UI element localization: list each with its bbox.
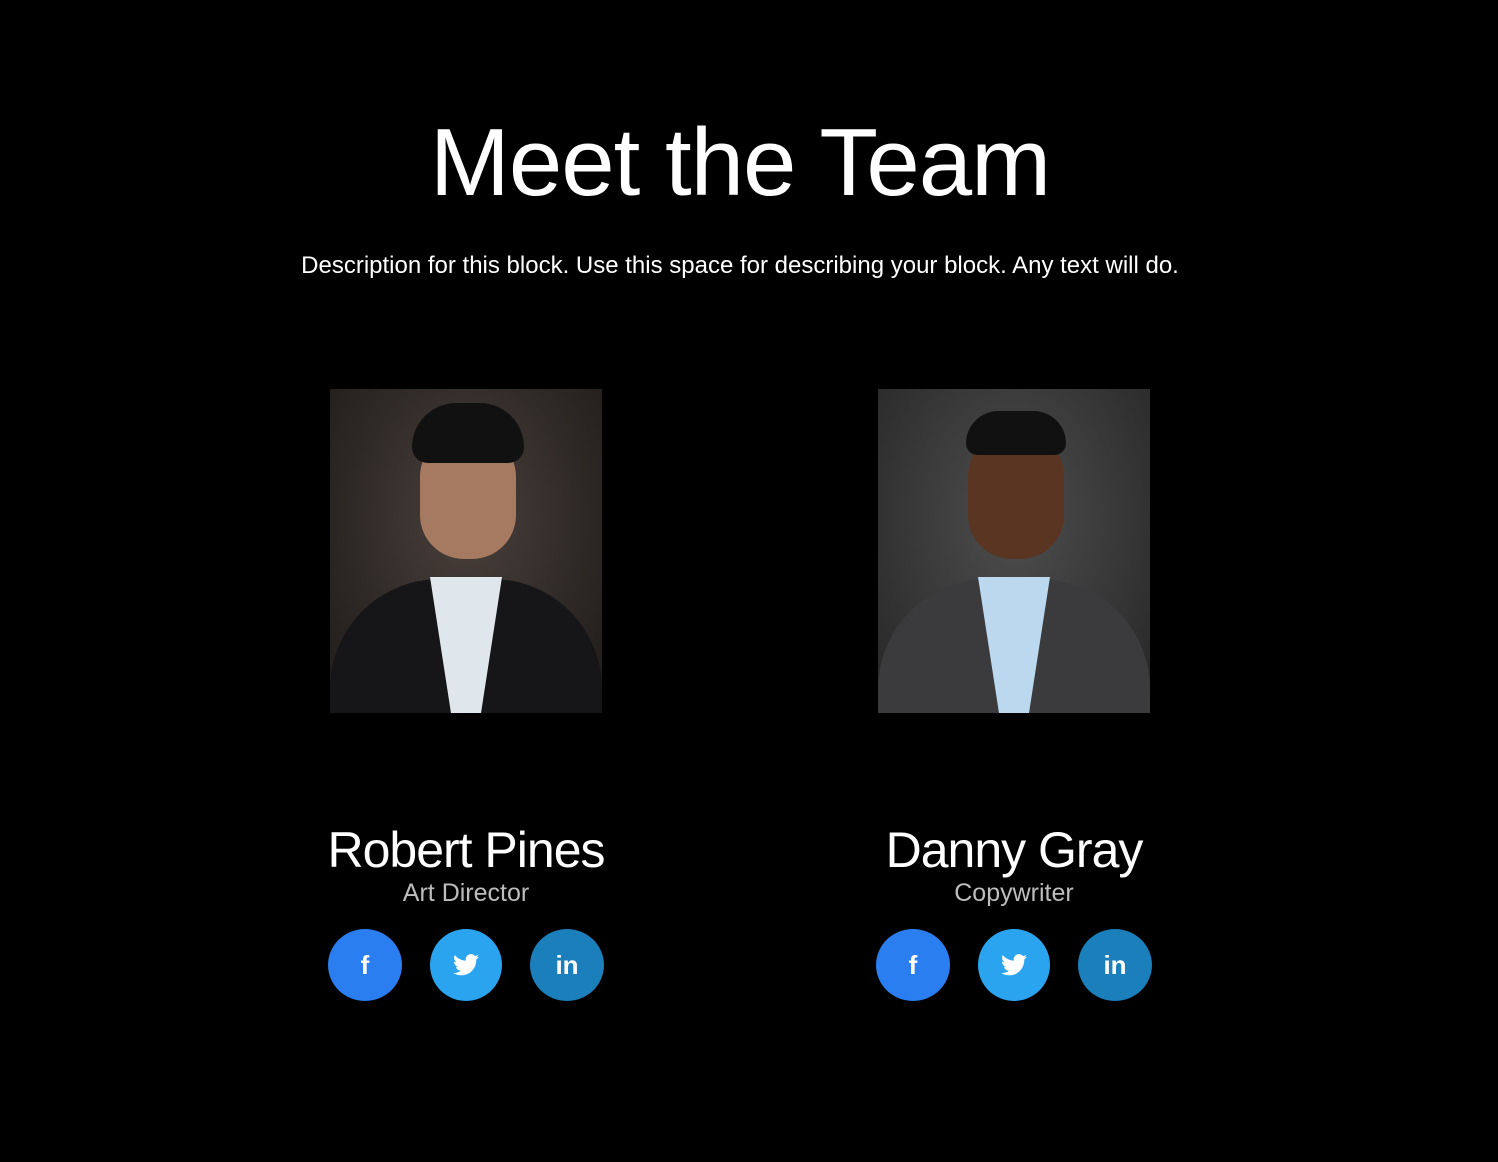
facebook-button[interactable]: f xyxy=(876,929,950,1001)
member-name: Robert Pines xyxy=(327,822,605,878)
linkedin-button[interactable]: in xyxy=(1078,929,1152,1001)
team-member-card: Danny Gray Copywriter f in xyxy=(864,389,1164,1001)
facebook-icon: f xyxy=(360,949,370,980)
page-description: Description for this block. Use this spa… xyxy=(301,252,1179,279)
linkedin-button[interactable]: in xyxy=(530,929,604,1001)
member-role: Copywriter xyxy=(954,879,1074,907)
twitter-icon xyxy=(1001,954,1027,976)
twitter-button[interactable] xyxy=(430,929,502,1001)
linkedin-icon: in xyxy=(555,949,579,980)
twitter-icon xyxy=(453,954,479,976)
page-title: Meet the Team xyxy=(429,109,1051,216)
facebook-icon: f xyxy=(908,949,918,980)
member-photo xyxy=(878,389,1150,713)
linkedin-icon: in xyxy=(1103,949,1127,980)
team-member-card: Robert Pines Art Director f in xyxy=(316,389,616,1001)
member-name: Danny Gray xyxy=(885,822,1144,878)
twitter-button[interactable] xyxy=(978,929,1050,1001)
facebook-button[interactable]: f xyxy=(328,929,402,1001)
member-photo xyxy=(330,389,602,713)
member-role: Art Director xyxy=(402,879,530,907)
